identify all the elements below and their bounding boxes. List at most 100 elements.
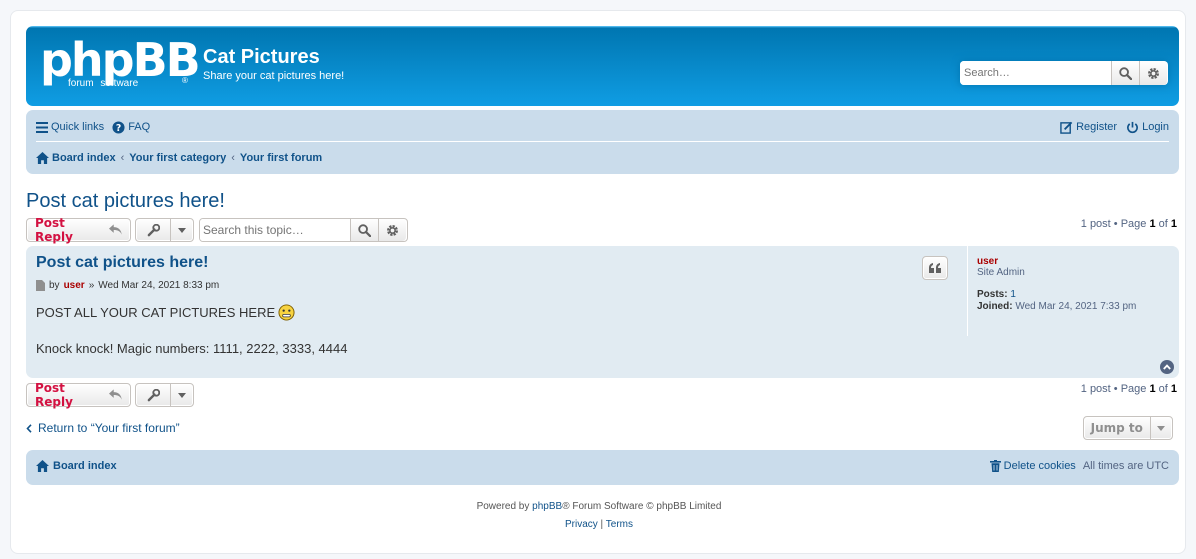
search-icon — [1119, 66, 1132, 80]
header-search-input[interactable] — [960, 61, 1111, 85]
breadcrumb-board-index-label: Board index — [52, 152, 116, 164]
breadcrumb-separator: ‹ — [231, 152, 235, 164]
edit-icon — [1060, 121, 1073, 134]
pagination-of: of — [1155, 383, 1171, 395]
delete-cookies-label: Delete cookies — [1003, 460, 1076, 472]
login-link[interactable]: Login — [1126, 121, 1169, 134]
power-icon — [1127, 121, 1138, 133]
wrench-icon — [147, 388, 160, 401]
gear-icon — [387, 224, 398, 236]
site-header: phpBB forum software ® Cat Pictures Shar… — [26, 26, 1179, 106]
logo-subtitle: forum software — [66, 78, 140, 89]
quick-links-menu[interactable]: Quick links — [36, 121, 104, 133]
topic-tools-caret — [171, 227, 193, 233]
chevron-up-icon — [1163, 364, 1171, 370]
jump-to-dropdown[interactable]: Jump to — [1083, 416, 1173, 440]
page-wrapper: phpBB forum software ® Cat Pictures Shar… — [10, 10, 1186, 554]
post-reply-label: Post Reply — [35, 381, 73, 409]
post-body-line-2: Knock knock! Magic numbers: 1111, 2222, … — [36, 341, 348, 356]
quick-links-label: Quick links — [51, 121, 105, 133]
trash-icon — [989, 460, 1001, 472]
post-reply-button[interactable]: Post Reply — [26, 216, 131, 244]
powered-by-suffix: ® Forum Software © phpBB Limited — [562, 501, 722, 512]
breadcrumb-board-index[interactable]: Board index — [36, 152, 116, 164]
quote-icon — [929, 263, 941, 273]
header-search-button[interactable] — [1111, 61, 1139, 85]
profile-joined-date: Wed Mar 24, 2021 7:33 pm — [1015, 301, 1137, 312]
navbar-divider — [36, 141, 1169, 142]
pagination-total: 1 — [1170, 218, 1177, 230]
terms-link[interactable]: Terms — [606, 519, 633, 530]
reply-icon — [108, 389, 122, 400]
post-body-text-1: POST ALL YOUR CAT PICTURES HERE — [36, 305, 276, 320]
topic-tools-dropdown[interactable] — [135, 218, 194, 242]
privacy-link[interactable]: Privacy — [565, 519, 598, 530]
profile-posts-count[interactable]: 1 — [1010, 289, 1016, 300]
post-title[interactable]: Post cat pictures here! — [36, 254, 209, 272]
site-description: Share your cat pictures here! — [203, 70, 345, 82]
post-date-separator: » — [88, 280, 95, 291]
powered-by-line: Powered by phpBB® Forum Software © phpBB… — [11, 498, 1187, 516]
post-date: Wed Mar 24, 2021 8:33 pm — [98, 280, 220, 291]
breadcrumb-forum[interactable]: Your first forum — [240, 152, 322, 164]
navbar: Quick links ? FAQ Register Login Board i… — [26, 110, 1179, 174]
caret-down-icon — [178, 392, 186, 398]
delete-cookies-link[interactable]: Delete cookies — [989, 460, 1076, 472]
footer-links: Privacy | Terms — [11, 516, 1187, 534]
breadcrumb: Board index ‹ Your first category ‹ Your… — [36, 149, 322, 167]
logo-sub-forum: forum — [68, 78, 94, 89]
topic-search-input[interactable] — [200, 219, 350, 241]
gear-icon — [1148, 67, 1159, 79]
phpbb-link[interactable]: phpBB — [532, 501, 562, 512]
profile-posts: Posts: 1 — [977, 289, 1016, 300]
header-search-box — [960, 61, 1168, 85]
menu-icon — [36, 121, 48, 133]
caret-down-icon — [178, 227, 186, 233]
login-label: Login — [1142, 121, 1169, 133]
topic-tools-wrench — [136, 384, 171, 406]
topic-tools-dropdown-bottom[interactable] — [135, 383, 194, 407]
topic-search-button[interactable] — [350, 219, 378, 241]
header-advanced-search-button[interactable] — [1139, 61, 1167, 85]
faq-link[interactable]: ? FAQ — [112, 120, 151, 134]
footer-board-index-link[interactable]: Board index — [36, 460, 117, 472]
breadcrumb-category[interactable]: Your first category — [129, 152, 226, 164]
topic-tools-wrench — [136, 219, 171, 241]
topic-title[interactable]: Post cat pictures here! — [26, 190, 225, 213]
jump-to-label: Jump to — [1084, 417, 1151, 439]
quote-button[interactable] — [922, 256, 948, 280]
footer-board-index-label: Board index — [53, 460, 117, 472]
svg-text:?: ? — [116, 123, 121, 134]
register-link[interactable]: Register — [1060, 121, 1117, 134]
post: Post cat pictures here! by user » Wed Ma… — [26, 246, 1179, 378]
home-icon — [36, 460, 49, 472]
jump-to-caret — [1151, 425, 1173, 431]
profile-joined-label: Joined: — [977, 301, 1013, 312]
post-profile: user Site Admin Posts: 1 Joined: Wed Mar… — [967, 246, 1179, 336]
breadcrumb-separator: ‹ — [120, 152, 125, 164]
back-to-top-button[interactable] — [1160, 360, 1174, 374]
timezone-note: All times are UTC — [1082, 460, 1169, 472]
post-reply-button-bottom[interactable]: Post Reply — [26, 381, 131, 409]
pagination-prefix: 1 post • Page — [1080, 383, 1150, 395]
site-title: Cat Pictures — [203, 46, 320, 68]
post-body-line-1: POST ALL YOUR CAT PICTURES HERE — [36, 304, 295, 321]
post-author-link[interactable]: user — [64, 280, 85, 291]
pagination-total: 1 — [1170, 383, 1177, 395]
footer-navbar: Board index Delete cookies All times are… — [26, 450, 1179, 485]
return-to-forum-link[interactable]: Return to “Your first forum” — [26, 421, 180, 435]
topic-advanced-search-button[interactable] — [378, 219, 406, 241]
profile-joined: Joined: Wed Mar 24, 2021 7:33 pm — [977, 301, 1136, 312]
register-label: Register — [1076, 121, 1118, 133]
home-icon — [36, 152, 49, 164]
search-icon — [358, 223, 371, 237]
pagination-of: of — [1155, 218, 1171, 230]
faq-label: FAQ — [128, 121, 151, 133]
logo-registered-mark: ® — [182, 76, 188, 85]
question-circle-icon: ? — [112, 120, 125, 134]
logo-sub-software: software — [100, 78, 139, 89]
profile-username[interactable]: user — [977, 256, 998, 267]
wrench-icon — [147, 223, 160, 236]
return-to-forum-label: Return to “Your first forum” — [38, 421, 180, 435]
smiley-emoji-icon — [278, 304, 295, 321]
